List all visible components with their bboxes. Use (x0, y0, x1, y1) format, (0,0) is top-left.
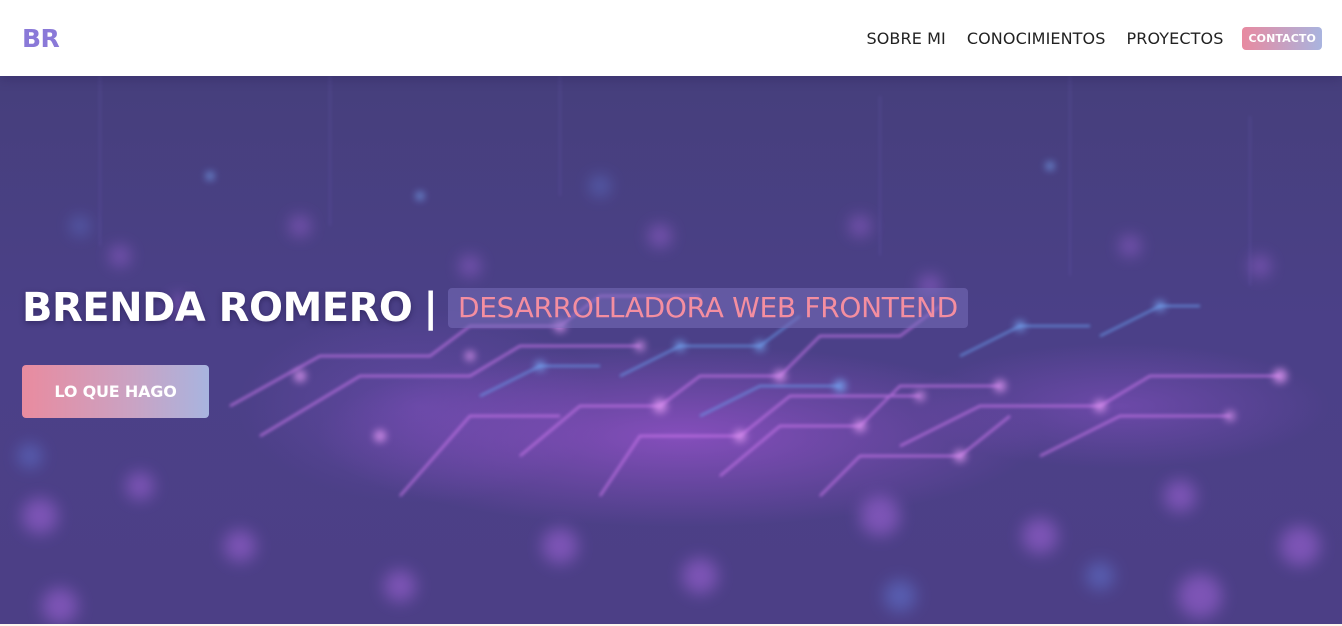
hero-headline: BRENDA ROMERO | DESARROLLADORA WEB FRONT… (22, 285, 968, 331)
logo[interactable]: BR (22, 24, 60, 53)
nav-link-conocimientos[interactable]: CONOCIMIENTOS (967, 29, 1106, 48)
nav-link-sobre-mi[interactable]: SOBRE MI (866, 29, 945, 48)
hero-role: DESARROLLADORA WEB FRONTEND (448, 288, 968, 328)
what-i-do-button[interactable]: LO QUE HAGO (22, 365, 209, 418)
headline-separator: | (423, 285, 439, 331)
circuit-background-image (18, 76, 1320, 624)
hero-section: BRENDA ROMERO | DESARROLLADORA WEB FRONT… (0, 76, 1342, 626)
hero-name: BRENDA ROMERO (22, 285, 413, 331)
contact-button[interactable]: CONTACTO (1242, 26, 1322, 50)
nav-link-proyectos[interactable]: PROYECTOS (1127, 29, 1224, 48)
top-navbar: BR SOBRE MI CONOCIMIENTOS PROYECTOS CONT… (0, 0, 1342, 76)
nav-menu: SOBRE MI CONOCIMIENTOS PROYECTOS CONTACT… (845, 26, 1322, 50)
